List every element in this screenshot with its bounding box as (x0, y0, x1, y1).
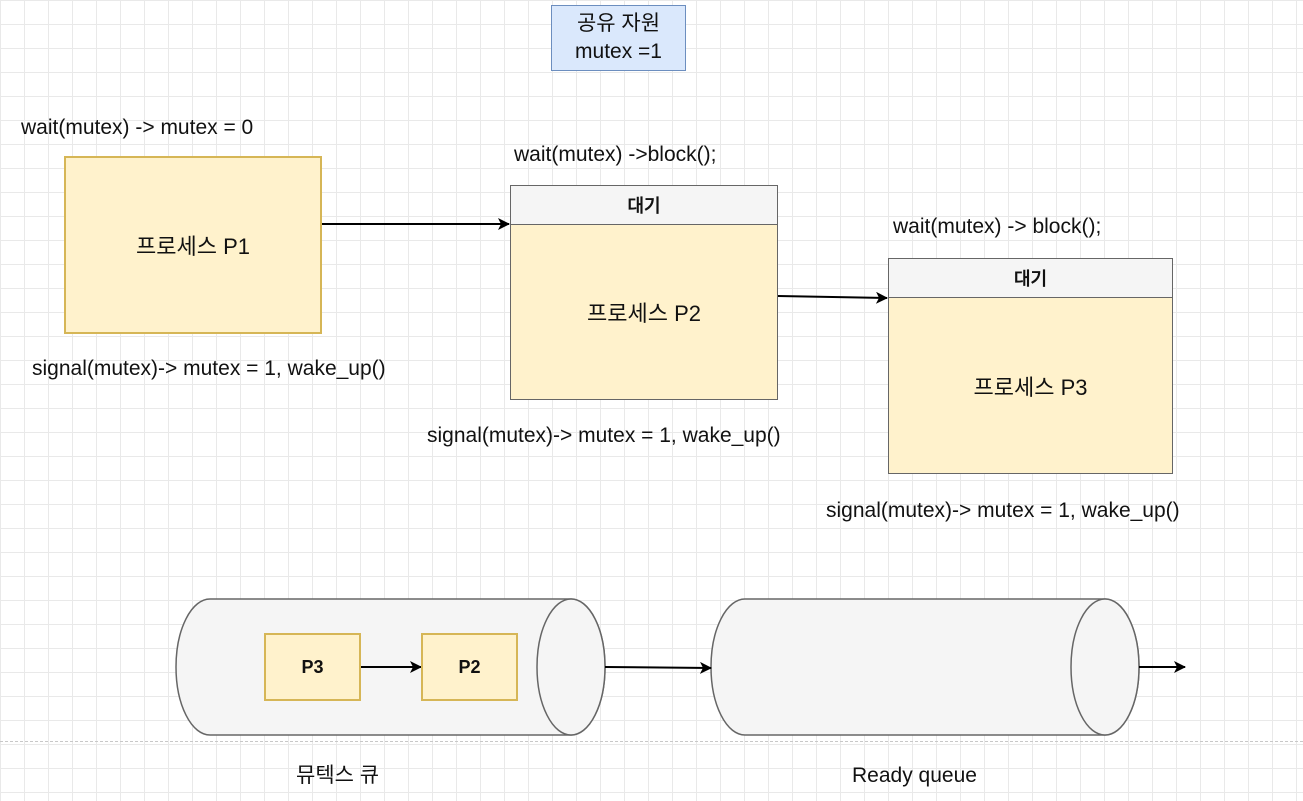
p2-body: 프로세스 P2 (511, 225, 777, 399)
p3-signal-label: signal(mutex)-> mutex = 1, wake_up() (826, 499, 1180, 522)
process-p2-box: 대기 프로세스 P2 (510, 185, 778, 400)
shared-resource-title: 공유 자원 (576, 11, 661, 35)
p2-waiting-header: 대기 (511, 186, 777, 225)
process-p1-box: 프로세스 P1 (64, 156, 322, 334)
p3-body: 프로세스 P3 (889, 298, 1172, 473)
p2-wait-label: wait(mutex) ->block(); (514, 143, 717, 166)
p1-signal-label: signal(mutex)-> mutex = 1, wake_up() (32, 357, 386, 380)
p3-waiting-header: 대기 (889, 259, 1172, 298)
mutex-value: mutex =1 (575, 40, 662, 63)
ready-queue-label: Ready queue (852, 764, 977, 787)
p1-wait-label: wait(mutex) -> mutex = 0 (21, 116, 254, 139)
process-p3-label: 프로세스 P3 (973, 374, 1088, 400)
diagram-canvas: 공유 자원 mutex =1 wait(mutex) -> mutex = 0 … (0, 0, 1303, 801)
p3-wait-label: wait(mutex) -> block(); (893, 215, 1102, 238)
page-divider (0, 741, 1303, 742)
process-p1-label: 프로세스 P1 (136, 234, 250, 259)
p2-signal-label: signal(mutex)-> mutex = 1, wake_up() (427, 424, 781, 447)
process-p3-box: 대기 프로세스 P3 (888, 258, 1173, 474)
shared-resource-box: 공유 자원 mutex =1 (551, 5, 686, 71)
process-p2-label: 프로세스 P2 (587, 301, 701, 326)
mutex-queue-item-p2: P2 (421, 633, 518, 701)
arrow-mutex-queue-to-ready-queue (604, 661, 712, 674)
mutex-queue-label: 뮤텍스 큐 (296, 764, 380, 787)
arrow-p2-to-p3 (777, 291, 888, 304)
ready-queue-cylinder (710, 598, 1140, 736)
mutex-queue-item-p3: P3 (264, 633, 361, 701)
